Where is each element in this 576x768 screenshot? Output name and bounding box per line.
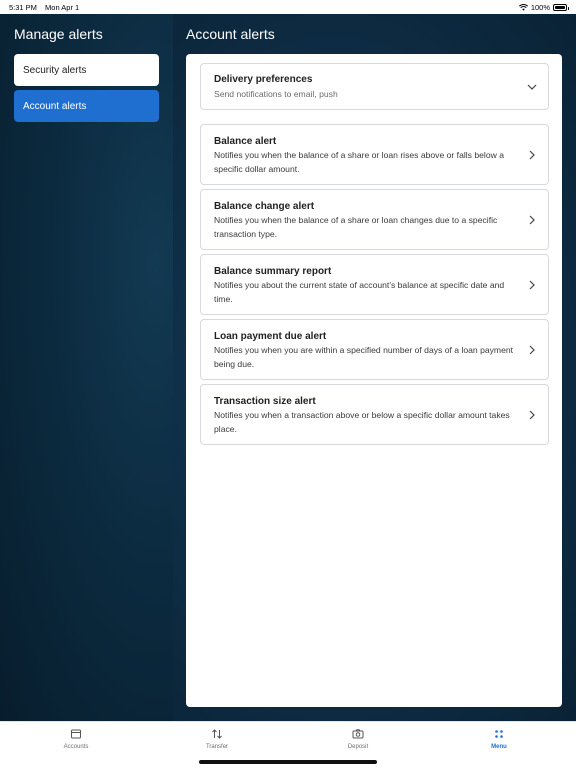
sidebar-item-security-alerts[interactable]: Security alerts <box>14 54 159 86</box>
transfer-arrows-icon <box>212 729 222 739</box>
alerts-panel: Delivery preferences Send notifications … <box>186 54 562 707</box>
balance-change-alert-card[interactable]: Balance change alert Notifies you when t… <box>200 189 549 250</box>
status-right: 100% <box>518 2 569 12</box>
battery-percent: 100% <box>530 2 550 12</box>
balance-alert-card[interactable]: Balance alert Notifies you when the bala… <box>200 124 549 185</box>
delivery-preferences-card[interactable]: Delivery preferences Send notifications … <box>200 63 549 110</box>
sidebar: Manage alerts Security alerts Account al… <box>0 14 173 721</box>
alert-description: Notifies you when you are within a speci… <box>214 345 514 369</box>
menu-dots-icon <box>495 730 503 738</box>
status-time: 5:31 PM <box>9 2 37 12</box>
tab-transfer[interactable]: Transfer <box>187 728 247 750</box>
tab-accounts[interactable]: Accounts <box>46 728 106 750</box>
transaction-size-alert-card[interactable]: Transaction size alert Notifies you when… <box>200 384 549 445</box>
status-left: 5:31 PM Mon Apr 1 <box>9 3 85 12</box>
alert-title: Balance summary report <box>214 266 332 277</box>
wifi-icon <box>518 3 528 11</box>
page-title: Account alerts <box>186 26 275 42</box>
battery-icon <box>553 3 569 11</box>
alert-title: Transaction size alert <box>214 396 316 407</box>
chevron-right-icon <box>529 280 535 290</box>
tab-label: Menu <box>491 744 507 750</box>
delivery-subtitle: Send notifications to email, push <box>214 89 338 99</box>
sidebar-item-account-alerts[interactable]: Account alerts <box>14 90 159 122</box>
loan-payment-due-alert-card[interactable]: Loan payment due alert Notifies you when… <box>200 319 549 380</box>
tab-label: Deposit <box>347 744 369 750</box>
wallet-icon <box>71 729 81 739</box>
alert-description: Notifies you when the balance of a share… <box>214 215 498 239</box>
tab-deposit[interactable]: Deposit <box>328 728 388 750</box>
tab-menu[interactable]: Menu <box>469 728 529 750</box>
tab-label: Transfer <box>205 744 229 750</box>
chevron-down-icon <box>527 84 537 90</box>
home-indicator <box>199 760 377 764</box>
alert-description: Notifies you about the current state of … <box>214 280 505 304</box>
sidebar-item-label: Security alerts <box>23 64 87 76</box>
camera-icon <box>352 729 364 739</box>
alert-description: Notifies you when the balance of a share… <box>214 150 504 174</box>
alert-title: Balance alert <box>214 136 277 147</box>
chevron-right-icon <box>529 410 535 420</box>
status-date: Mon Apr 1 <box>45 2 80 12</box>
chevron-right-icon <box>529 150 535 160</box>
sidebar-title: Manage alerts <box>14 26 103 42</box>
status-bar: 5:31 PM Mon Apr 1 100% <box>0 0 576 14</box>
chevron-right-icon <box>529 215 535 225</box>
alert-title: Balance change alert <box>214 201 315 212</box>
sidebar-item-label: Account alerts <box>23 100 87 112</box>
tab-label: Accounts <box>63 744 89 750</box>
chevron-right-icon <box>529 345 535 355</box>
delivery-title: Delivery preferences <box>214 74 313 85</box>
balance-summary-report-card[interactable]: Balance summary report Notifies you abou… <box>200 254 549 315</box>
main-content: Account alerts Delivery preferences Send… <box>173 14 576 721</box>
alert-description: Notifies you when a transaction above or… <box>214 410 510 434</box>
alert-title: Loan payment due alert <box>214 331 327 342</box>
